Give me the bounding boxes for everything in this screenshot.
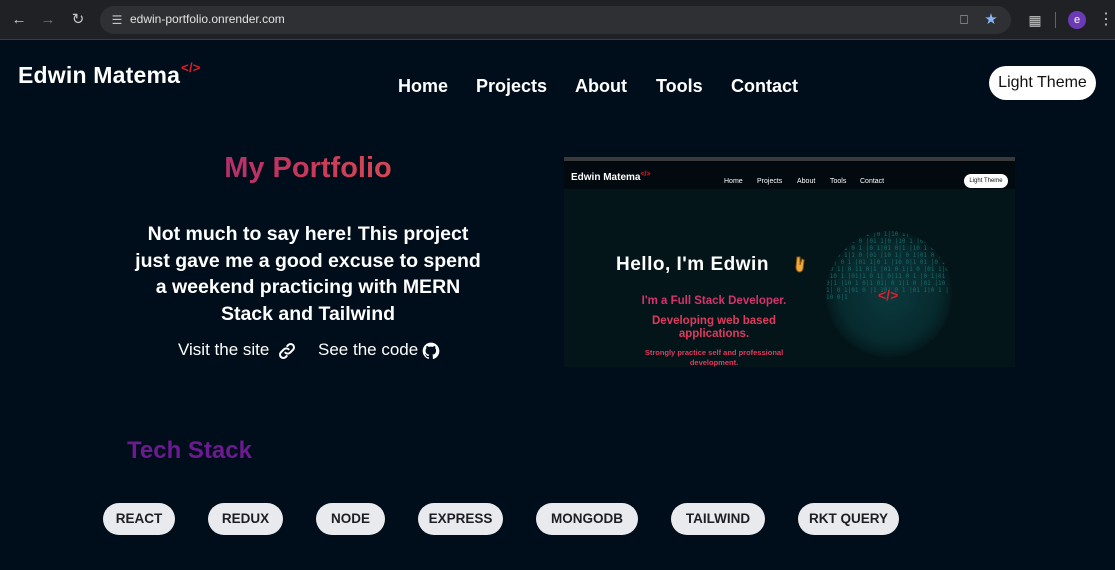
nav-projects[interactable]: Projects [476,76,547,97]
code-rain-orb: 01|1 0 |1 01 |0 1|10 1| 0 11 0|1 |01 0 1… [826,231,952,357]
preview-logo-text: Edwin Matema [571,172,641,183]
see-code-link[interactable]: See the code [318,340,418,360]
code-tag-icon-large: </> [878,287,899,303]
project-title: My Portfolio [0,152,616,185]
preview-logo: Edwin Matema</> [571,171,651,183]
site-logo[interactable]: Edwin Matema</> [18,60,201,89]
preview-theme-button: Light Theme [964,174,1008,188]
tech-pill-mongodb: MONGODB [536,503,638,535]
nav-home[interactable]: Home [398,76,448,97]
project-links: Visit the site See the code [0,340,616,364]
nav-tools[interactable]: Tools [656,76,703,97]
logo-text: Edwin Matema [18,62,181,88]
forward-icon[interactable]: → [36,8,60,32]
code-tag-icon: </> [181,60,201,75]
url-text[interactable]: edwin-portfolio.onrender.com [130,12,285,26]
tech-pill-tailwind: TAILWIND [671,503,765,535]
preview-nav-home: Home [724,178,743,185]
preview-small-line-1: Strongly practice self and professional [644,348,784,357]
preview-code-tag-icon: </> [640,171,651,178]
toolbar-divider [1055,12,1056,28]
waving-hand-icon [795,256,805,273]
nav-contact[interactable]: Contact [731,76,798,97]
preview-small-line-2: development. [689,358,739,367]
back-icon[interactable]: ← [7,8,31,32]
preview-header: Edwin Matema</> Home Projects About Tool… [564,161,1015,189]
nav-about[interactable]: About [575,76,627,97]
profile-avatar[interactable]: e [1068,11,1086,29]
project-description: Not much to say here! This project just … [135,223,481,325]
project-preview-image[interactable]: Edwin Matema</> Home Projects About Tool… [564,157,1015,367]
preview-subtitle-line-1: Developing web based [652,315,776,327]
github-icon[interactable] [421,341,441,361]
puzzle-icon[interactable]: ▦ [1023,8,1047,32]
tech-pill-react: REACT [103,503,175,535]
preview-role-text: I'm a Full Stack Developer. [641,295,787,307]
tech-pill-express: EXPRESS [418,503,503,535]
address-bar[interactable]: ☰ edwin-portfolio.onrender.com ⎕ ★ [100,6,1011,34]
theme-toggle-button[interactable]: Light Theme [989,66,1096,100]
tech-stack-heading: Tech Stack [127,437,252,464]
tech-pill-rkt-query: RKT QUERY [798,503,899,535]
preview-subtitle-line-2: applications. [678,328,750,340]
visit-site-link[interactable]: Visit the site [178,340,269,360]
preview-nav-projects: Projects [757,178,783,185]
screen-cast-icon[interactable]: ⎕ [954,10,974,30]
reload-icon[interactable]: ↻ [66,8,90,32]
tech-pill-node: NODE [316,503,385,535]
preview-nav-tools: Tools [830,178,847,185]
tech-pill-redux: REDUX [208,503,283,535]
star-icon[interactable]: ★ [981,10,1001,30]
kebab-menu-icon[interactable]: ⋮ [1098,8,1114,32]
link-icon[interactable] [277,341,297,361]
preview-hello-heading: Hello, I'm Edwin [616,254,769,275]
site-info-icon[interactable]: ☰ [106,9,128,31]
preview-nav-about: About [797,178,816,185]
preview-nav-contact: Contact [860,178,885,185]
browser-toolbar: ← → ↻ ☰ edwin-portfolio.onrender.com ⎕ ★… [0,0,1115,40]
